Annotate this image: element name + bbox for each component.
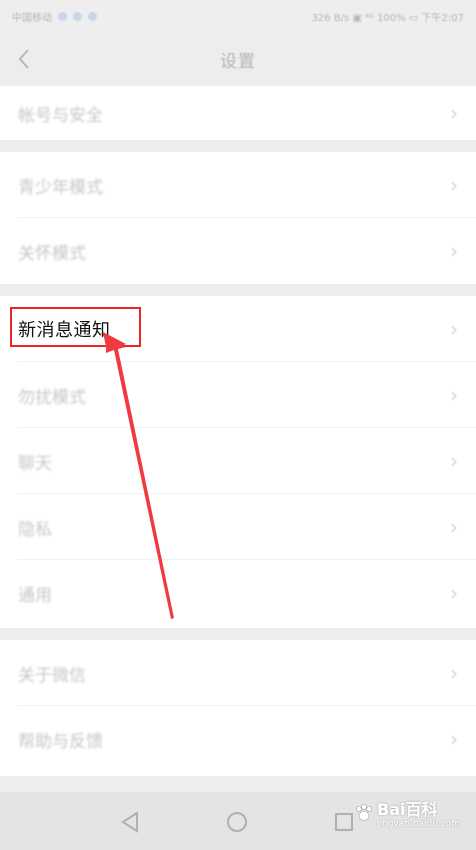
home-circle-svg [227, 812, 247, 832]
settings-item-account-security[interactable]: 帐号与安全 › [0, 80, 476, 146]
settings-item-label: 关于微信 [18, 665, 86, 686]
watermark-brand-tail: 百科 [405, 800, 438, 819]
home-circle-icon[interactable] [225, 810, 249, 834]
chevron-right-icon: › [450, 661, 458, 685]
chevron-right-icon: › [450, 101, 458, 125]
chevron-right-icon: › [450, 383, 458, 407]
status-left: 中国移动 [12, 9, 97, 24]
settings-group-modes: 青少年模式 › 关怀模式 › [0, 152, 476, 284]
chevron-right-icon: › [450, 173, 458, 197]
chevron-right-icon: › [450, 727, 458, 751]
settings-group-account: 帐号与安全 › [0, 86, 476, 140]
back-chevron-svg [18, 49, 29, 69]
settings-item-do-not-disturb[interactable]: 勿扰模式 › [0, 362, 476, 428]
chevron-right-icon: › [450, 239, 458, 263]
settings-item-label: 聊天 [18, 453, 52, 474]
watermark-brand: Bai [377, 800, 406, 819]
settings-group-about: 关于微信 › 帮助与反馈 › [0, 640, 476, 776]
settings-item-new-message-notification[interactable]: 新消息通知 › [0, 296, 476, 362]
settings-group-main: 新消息通知 › 勿扰模式 › 聊天 › 隐私 › 通用 › [0, 296, 476, 628]
settings-item-chat[interactable]: 聊天 › [0, 428, 476, 494]
settings-item-label: 通用 [18, 585, 52, 606]
wifi-icon [73, 11, 82, 21]
chevron-right-icon: › [450, 317, 458, 341]
paw-icon [356, 803, 372, 821]
watermark-sub: jingyan.baidu.com [377, 819, 461, 829]
status-bar: 中国移动 326 B/s ▣ ⁴ᴳ 100% ▭ 下午2:07 [0, 0, 476, 32]
recents-square-svg [335, 813, 353, 831]
chevron-right-icon: › [450, 581, 458, 605]
nav-bar: 设置 [0, 32, 476, 86]
status-right-text: 326 B/s ▣ ⁴ᴳ 100% ▭ 下午2:07 [311, 12, 464, 24]
notification-icon [88, 11, 97, 21]
recents-square-icon[interactable] [332, 810, 356, 834]
signal-icon [58, 11, 67, 21]
settings-item-help-feedback[interactable]: 帮助与反馈 › [0, 706, 476, 772]
back-chevron-icon[interactable] [10, 45, 38, 73]
page-title: 设置 [220, 51, 256, 72]
settings-item-label: 帐号与安全 [18, 105, 103, 126]
chevron-right-icon: › [450, 515, 458, 539]
carrier-name: 中国移动 [12, 12, 52, 24]
settings-item-label: 勿扰模式 [18, 387, 86, 408]
settings-item-privacy[interactable]: 隐私 › [0, 494, 476, 560]
settings-item-label: 关怀模式 [18, 243, 86, 264]
back-triangle-icon[interactable] [118, 810, 142, 834]
settings-item-teen-mode[interactable]: 青少年模式 › [0, 152, 476, 218]
settings-item-care-mode[interactable]: 关怀模式 › [0, 218, 476, 284]
baidu-watermark: Bai百科 jingyan.baidu.com [354, 796, 460, 829]
settings-item-label: 青少年模式 [18, 177, 103, 198]
chevron-right-icon: › [450, 449, 458, 473]
settings-item-label: 新消息通知 [18, 320, 111, 341]
settings-item-label: 帮助与反馈 [18, 731, 103, 752]
settings-item-label: 隐私 [18, 519, 52, 540]
settings-item-general[interactable]: 通用 › [0, 560, 476, 626]
status-right: 326 B/s ▣ ⁴ᴳ 100% ▭ 下午2:07 [312, 9, 464, 24]
watermark-text: Bai百科 jingyan.baidu.com [377, 796, 460, 829]
settings-item-about-wechat[interactable]: 关于微信 › [0, 640, 476, 706]
back-triangle-svg [121, 811, 138, 833]
